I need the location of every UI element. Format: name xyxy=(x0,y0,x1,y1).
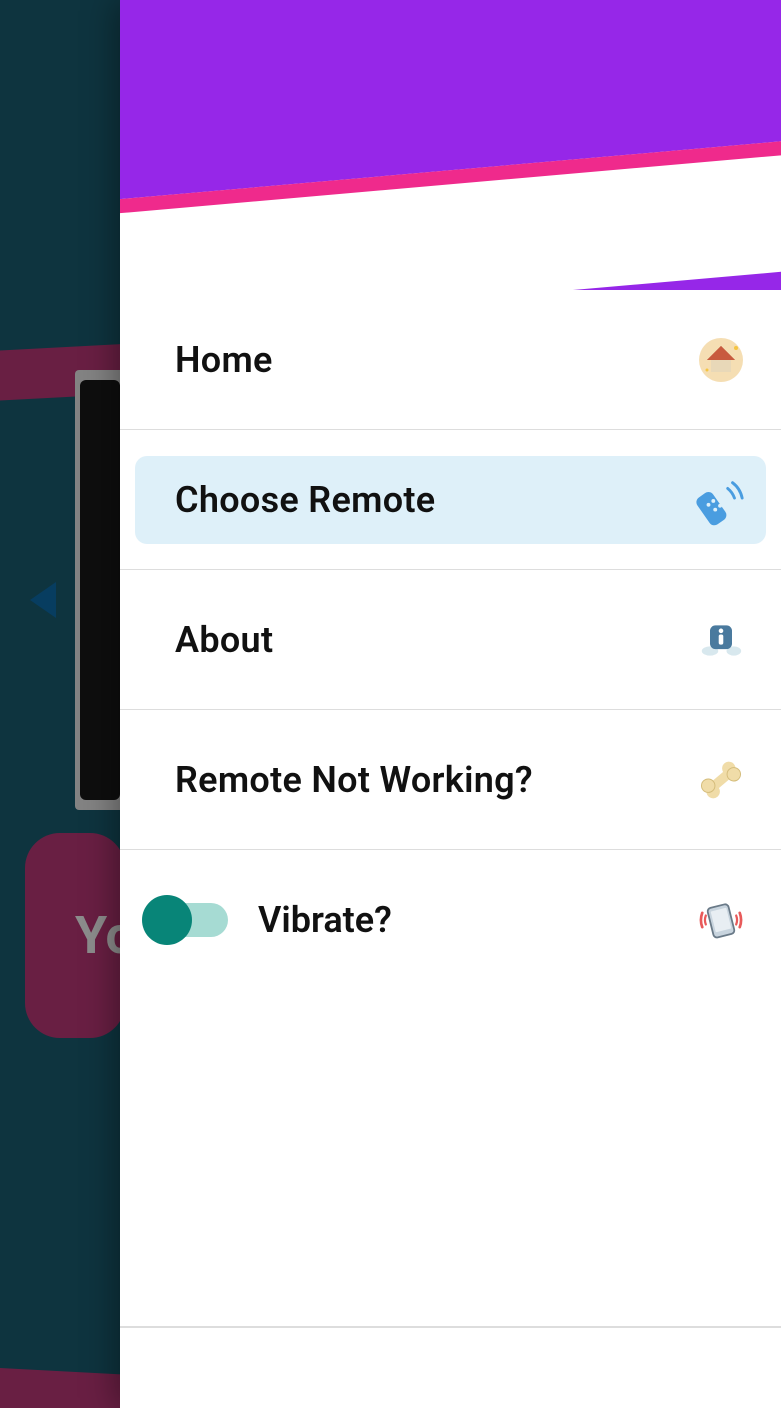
info-icon xyxy=(696,615,746,665)
bone-icon xyxy=(696,755,746,805)
menu-item-home[interactable]: Home xyxy=(120,290,781,430)
menu-item-remote-not-working[interactable]: Remote Not Working? xyxy=(120,710,781,850)
vibrate-toggle[interactable] xyxy=(150,903,228,937)
drawer-menu: Home Choose Remote xyxy=(120,290,781,1408)
remote-icon xyxy=(696,475,746,525)
toggle-knob xyxy=(142,895,192,945)
navigation-drawer: Home Choose Remote xyxy=(120,0,781,1408)
menu-label-remote-not-working: Remote Not Working? xyxy=(175,759,533,801)
menu-item-about[interactable]: About xyxy=(120,570,781,710)
menu-label-about: About xyxy=(175,619,273,661)
menu-item-choose-remote[interactable]: Choose Remote xyxy=(120,430,781,570)
drawer-bottom-divider xyxy=(120,1326,781,1328)
app-viewport: Yo Home xyxy=(0,0,781,1408)
drawer-header xyxy=(120,0,781,290)
menu-label-vibrate: Vibrate? xyxy=(258,899,392,941)
home-icon xyxy=(696,335,746,385)
vibrate-icon xyxy=(696,895,746,945)
menu-label-home: Home xyxy=(175,339,273,381)
menu-label-choose-remote: Choose Remote xyxy=(175,479,435,521)
menu-item-vibrate: Vibrate? xyxy=(120,850,781,990)
